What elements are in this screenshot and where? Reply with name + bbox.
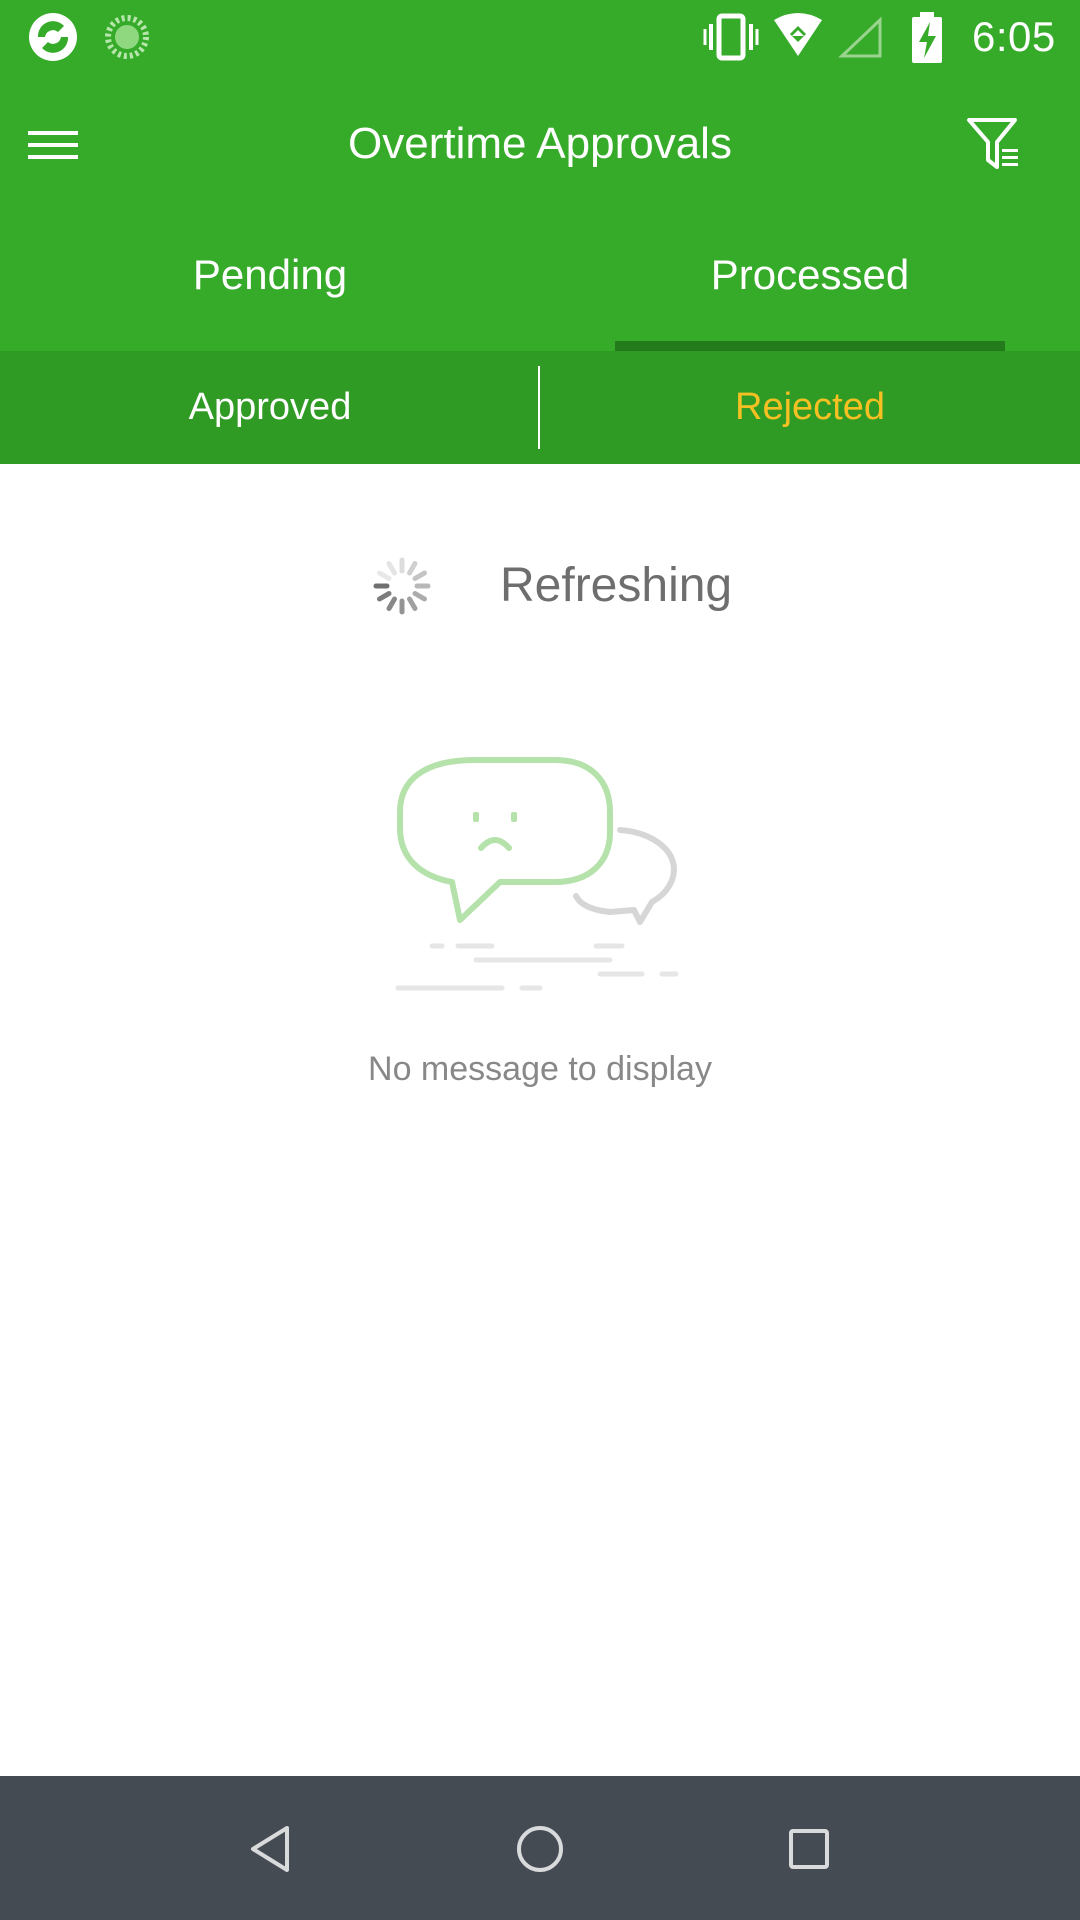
subtab-approved[interactable]: Approved [0,351,540,464]
sub-tabs: Approved Rejected [0,351,1080,464]
refresh-label: Refreshing [500,559,733,612]
back-icon [251,1826,289,1872]
system-nav-bar [0,1776,1080,1920]
app-logo-icon [29,13,77,61]
screen: 6:05 Overtime Approvals Pending Processe… [0,0,1080,1920]
tab-processed-label: Processed [710,250,910,298]
status-time: 6:05 [972,13,1056,60]
subtab-divider [538,366,540,449]
refresh-indicator: Refreshing [0,540,1080,630]
tab-pending[interactable]: Pending [0,214,540,351]
nav-home-button[interactable] [505,1814,575,1884]
filter-button[interactable] [960,110,1028,178]
vibrate-icon [703,13,759,61]
wifi-icon [774,13,822,56]
status-bar: 6:05 [0,0,1080,74]
subtab-approved-label: Approved [188,386,352,428]
sad-chat-bubble-icon [395,757,679,991]
empty-message: No message to display [368,1050,712,1088]
spinner-icon [373,557,431,615]
battery-charging-icon [912,12,942,63]
subtab-rejected-label: Rejected [735,386,885,428]
home-icon [517,1826,563,1872]
subtab-rejected[interactable]: Rejected [540,351,1080,464]
tab-processed[interactable]: Processed [540,214,1080,351]
recent-apps-icon [789,1829,829,1869]
tab-selected-indicator [615,341,1005,351]
nav-recent-apps-button[interactable] [774,1814,844,1884]
nav-back-button[interactable] [236,1814,306,1884]
app-bar: Overtime Approvals [0,74,1080,214]
tab-pending-label: Pending [192,250,348,298]
signal-icon [838,16,882,58]
loading-circle-icon [105,15,149,59]
main-tabs: Pending Processed [0,214,1080,351]
page-title: Overtime Approvals [348,119,732,168]
filter-icon [967,118,1018,169]
